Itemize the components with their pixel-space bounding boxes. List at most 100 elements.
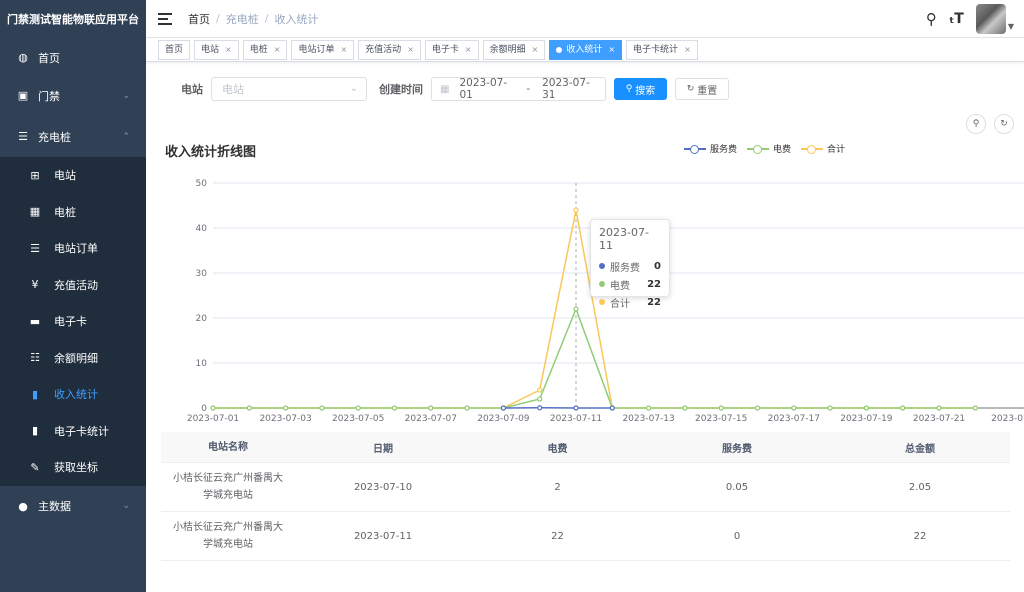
tag-6[interactable]: 余额明细 ×	[482, 39, 546, 60]
sidebar: 门禁测试智能物联应用平台 ◍ 首页 ▣ 门禁 ⌄ ☰ 充电桩 ⌃ ⊞ 电站 ▦ …	[0, 0, 146, 592]
refresh-button[interactable]: ↻	[994, 114, 1014, 134]
close-icon[interactable]: ×	[225, 41, 232, 59]
data-point	[283, 405, 289, 411]
close-icon[interactable]: ×	[407, 41, 414, 59]
tag-0[interactable]: 首页	[158, 39, 191, 60]
data-point	[827, 405, 833, 411]
tag-5[interactable]: 电子卡 ×	[424, 39, 479, 60]
date-start[interactable]: 2023-07-01	[459, 77, 514, 101]
legend-item[interactable]: 合计	[801, 142, 845, 155]
station-select[interactable]: 电站 ⌄	[211, 77, 367, 101]
sidebar-item-station[interactable]: ⊞ 电站	[0, 157, 146, 194]
chart-legend: 服务费 电费 合计	[684, 142, 845, 155]
font-size-icon[interactable]: ₜT	[949, 11, 964, 27]
y-tick-label: 10	[196, 359, 208, 369]
sidebar-item-balance-detail[interactable]: ☷ 余额明细	[0, 340, 146, 377]
sidebar-item-charger[interactable]: ▦ 电桩	[0, 194, 146, 231]
data-point	[791, 405, 797, 411]
active-dot-icon	[556, 46, 563, 53]
search-icon: ⚲	[625, 84, 633, 94]
legend-marker	[801, 144, 824, 154]
refresh-icon: ↻	[1000, 119, 1008, 129]
data-point	[391, 405, 398, 411]
date-cell: 2023-07-10	[353, 481, 413, 493]
toolbar-right: ⚲ ↻	[966, 114, 1014, 134]
tag-7[interactable]: 收入统计 ×	[549, 39, 623, 60]
avatar[interactable]	[975, 4, 1006, 34]
sidebar-item-label: 充电桩	[38, 130, 71, 144]
list-icon: ☰	[18, 130, 28, 143]
tooltip-row: 合计 22	[599, 293, 661, 311]
tag-8[interactable]: 电子卡统计 ×	[626, 39, 698, 60]
sidebar-item-master-data[interactable]: ● 主数据 ⌄	[0, 486, 146, 527]
search-button[interactable]: ⚲ 搜索	[614, 78, 667, 100]
sidebar-item-get-coordinates[interactable]: ✎ 获取坐标	[0, 449, 146, 486]
tooltip-row: 电费 22	[599, 275, 661, 293]
chevron-down-icon: ⌄	[349, 83, 358, 94]
data-point	[646, 405, 652, 411]
tag-label: 余额明细	[489, 44, 526, 55]
sidebar-item-e-card-stats[interactable]: ▮ 电子卡统计	[0, 413, 146, 450]
y-tick-label: 40	[196, 224, 208, 234]
close-icon[interactable]: ×	[465, 41, 472, 59]
tag-3[interactable]: 电站订单 ×	[291, 39, 355, 60]
sidebar-item-station-orders[interactable]: ☰ 电站订单	[0, 230, 146, 267]
x-tick-label: 2023-07-	[991, 414, 1024, 424]
breadcrumb-home[interactable]: 首页	[188, 11, 210, 27]
total-amount-cell: 2.05	[908, 481, 932, 493]
sidebar-item-label: 门禁	[38, 89, 60, 103]
line-chart: 0 10 20 30 40 50 2023-07-01 2023-07-03 2023-07-0…	[187, 179, 1024, 424]
close-icon[interactable]: ×	[274, 41, 281, 59]
service-fee-cell: 0	[733, 530, 741, 542]
data-point	[754, 405, 761, 411]
reset-button[interactable]: ↻ 重置	[675, 78, 729, 100]
station-name-cell: 小桔长征云充广州番禺大 学城充电站	[173, 473, 283, 501]
caret-down-icon[interactable]: ▼	[1008, 22, 1014, 31]
x-tick-label: 2023-07-05	[332, 414, 384, 424]
close-icon[interactable]: ×	[340, 41, 347, 59]
sidebar-item-income-stats[interactable]: ▮ 收入统计	[0, 376, 146, 413]
sidebar-item-label: 电站	[54, 169, 76, 183]
series-dot	[599, 281, 605, 287]
legend-item[interactable]: 电费	[747, 142, 791, 155]
x-tick-label: 2023-07-17	[768, 414, 820, 424]
date-range-picker[interactable]: ▦ 2023-07-01 - 2023-07-31	[431, 77, 606, 101]
tag-label: 收入统计	[566, 44, 603, 55]
close-icon[interactable]: ×	[684, 41, 691, 59]
x-tick-label: 2023-07-21	[913, 414, 965, 424]
sidebar-item-label: 收入统计	[54, 388, 98, 402]
service-fee-cell: 0.05	[725, 481, 749, 493]
tag-1[interactable]: 电站 ×	[194, 39, 239, 60]
search-icon[interactable]: ⚲	[926, 10, 937, 28]
tag-4[interactable]: 充值活动 ×	[358, 39, 421, 60]
sidebar-item-home[interactable]: ◍ 首页	[0, 40, 146, 75]
sidebar-item-label: 电子卡	[54, 315, 87, 329]
column-header: 日期	[373, 443, 393, 455]
legend-item[interactable]: 服务费	[684, 142, 737, 155]
data-point	[863, 405, 870, 411]
tag-2[interactable]: 电桩 ×	[242, 39, 288, 60]
tag-label: 电子卡统计	[633, 44, 679, 55]
sidebar-item-access-control[interactable]: ▣ 门禁 ⌄	[0, 75, 146, 116]
chevron-down-icon: ⌄	[122, 90, 130, 101]
column-header: 服务费	[722, 443, 752, 455]
income-table: 电站名称 日期 电费 服务费 总金额 小桔长征云充广州番禺大 学城充电站 2023…	[161, 432, 1010, 561]
x-tick-label: 2023-07-19	[840, 414, 893, 424]
app-title: 门禁测试智能物联应用平台	[7, 13, 139, 26]
toggle-search-button[interactable]: ⚲	[966, 114, 986, 134]
close-icon[interactable]: ×	[532, 41, 539, 59]
tooltip-title: 2023-07-11	[599, 226, 649, 252]
series-dot	[599, 263, 605, 269]
data-point	[464, 405, 470, 411]
sidebar-item-recharge-activity[interactable]: ¥ 充值活动	[0, 267, 146, 304]
bar-chart-icon: ▮	[31, 387, 39, 401]
date-end[interactable]: 2023-07-31	[542, 77, 597, 101]
data-point	[537, 387, 543, 393]
x-tick-label: 2023-07-03	[259, 414, 311, 424]
legend-marker	[684, 144, 706, 154]
close-icon[interactable]: ×	[608, 41, 615, 59]
search-form: 电站 电站 ⌄ 创建时间 ▦ 2023-07-01 - 2023-07-31 ⚲…	[146, 76, 1024, 102]
sidebar-item-e-card[interactable]: ▬ 电子卡	[0, 303, 146, 340]
sidebar-item-charging[interactable]: ☰ 充电桩 ⌃	[0, 116, 146, 157]
hamburger-icon[interactable]	[158, 12, 172, 25]
